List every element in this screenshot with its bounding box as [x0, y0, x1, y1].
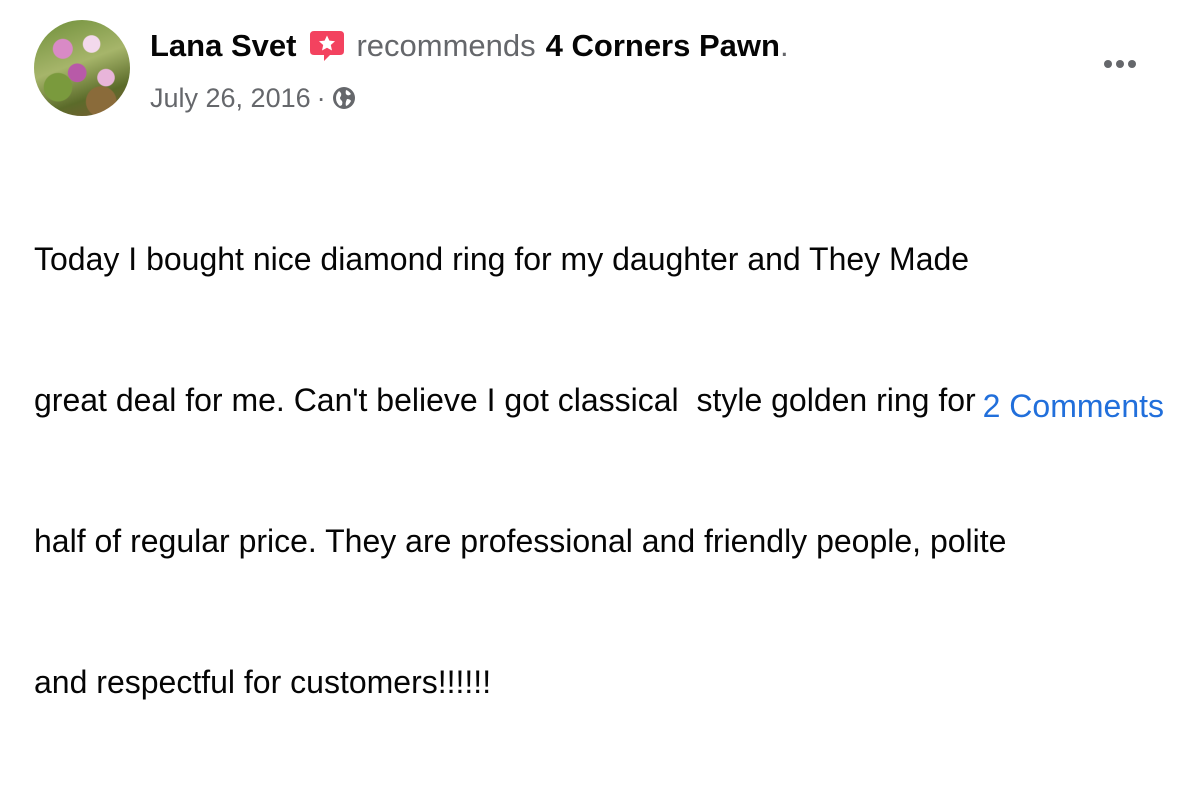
- more-dot-icon: [1116, 60, 1124, 68]
- globe-icon: [332, 86, 356, 110]
- header-period: .: [779, 28, 789, 63]
- meta-separator: ·: [316, 82, 326, 113]
- author-name[interactable]: Lana Svet: [150, 28, 296, 64]
- post-body: Today I bought nice diamond ring for my …: [34, 142, 1154, 800]
- more-options-button[interactable]: [1096, 50, 1144, 78]
- post-body-line: and respectful for customers!!!!!!: [34, 664, 492, 700]
- post-body-line: half of regular price. They are professi…: [34, 523, 1007, 559]
- post-meta: July 26, 2016 ·: [150, 80, 356, 116]
- more-dot-icon: [1104, 60, 1112, 68]
- recommends-verb: recommends: [356, 28, 536, 63]
- comments-count-link[interactable]: 2 Comments: [983, 388, 1164, 425]
- avatar[interactable]: [34, 20, 130, 116]
- page-name-link[interactable]: 4 Corners Pawn: [546, 28, 780, 64]
- post-body-line: Today I bought nice diamond ring for my …: [34, 241, 970, 277]
- more-dot-icon: [1128, 60, 1136, 68]
- post-date[interactable]: July 26, 2016: [150, 83, 311, 114]
- post-header: Lana Svet recommends 4 Corners Pawn .: [150, 26, 789, 66]
- recommend-star-badge-icon: [308, 29, 346, 63]
- recommendation-post: Lana Svet recommends 4 Corners Pawn . Ju…: [0, 0, 1200, 700]
